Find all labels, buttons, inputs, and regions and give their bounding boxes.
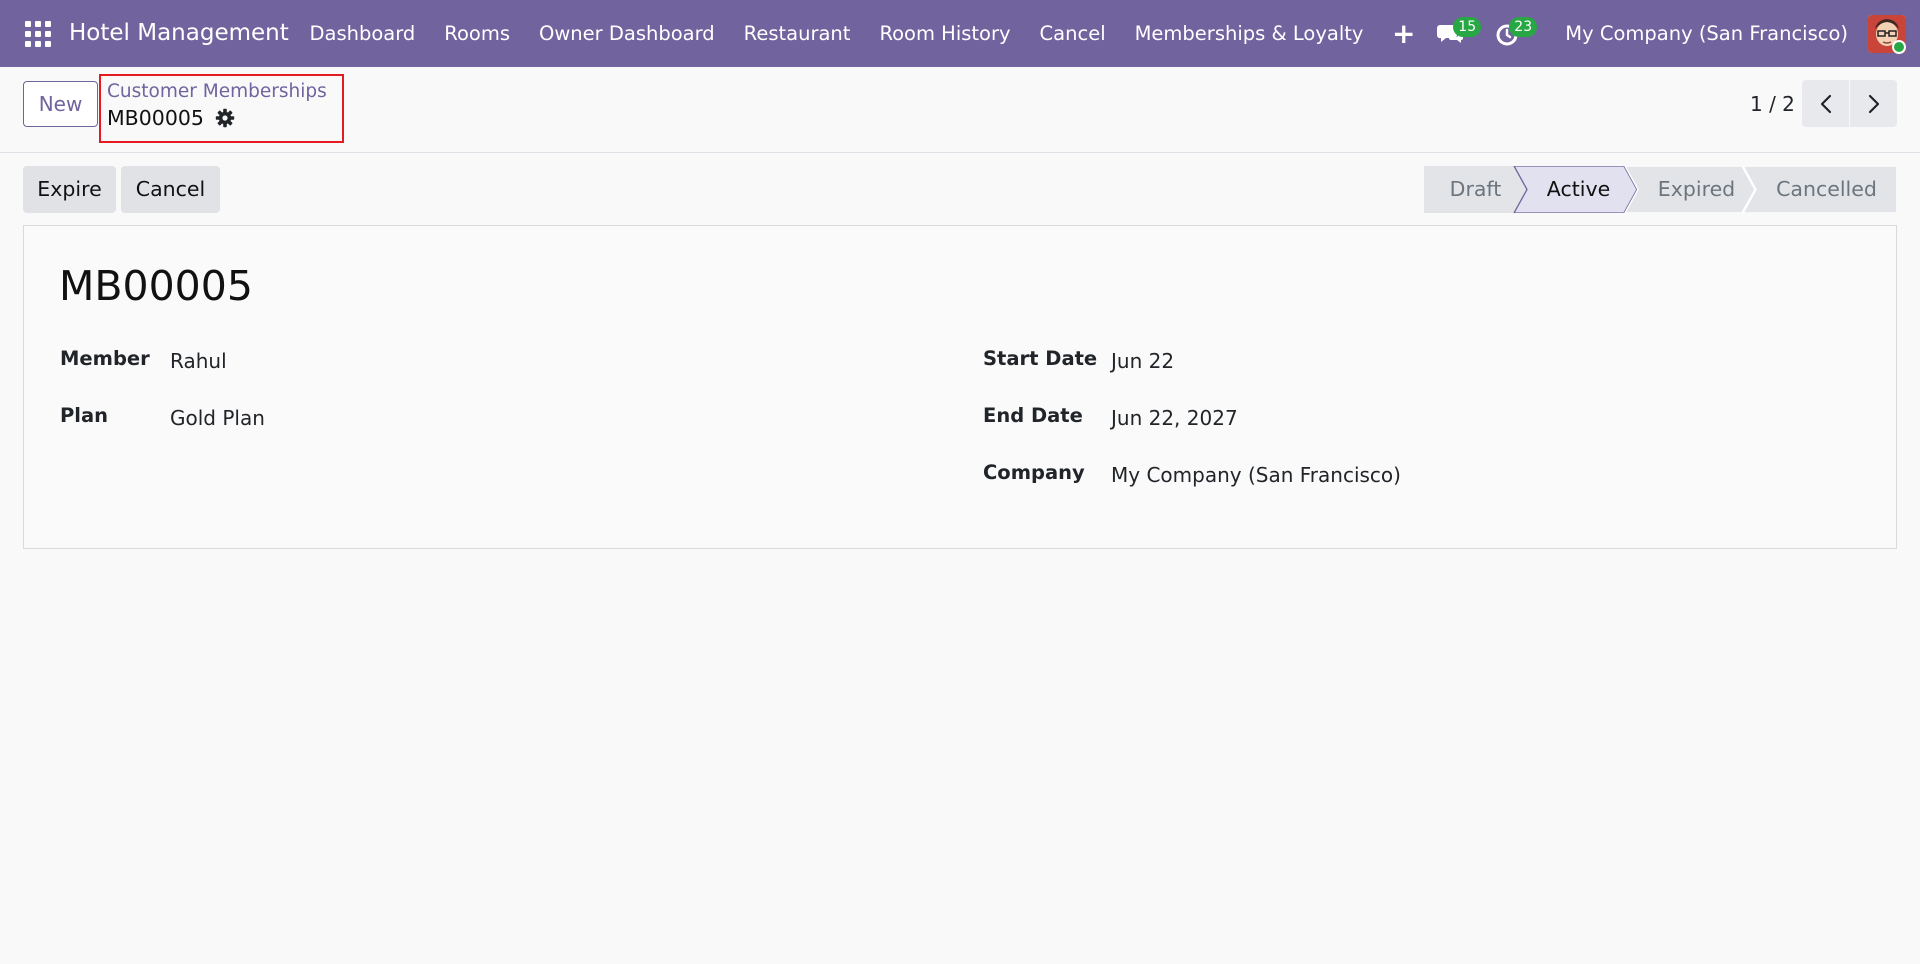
- control-panel: New Customer Memberships MB00005 1 / 2: [0, 67, 1920, 153]
- online-status-dot: [1892, 40, 1906, 54]
- plan-label: Plan: [60, 404, 109, 427]
- messaging-icon[interactable]: 15: [1431, 14, 1482, 54]
- plus-icon[interactable]: +: [1378, 0, 1429, 67]
- member-label: Member: [60, 347, 150, 370]
- stage-active[interactable]: Active: [1527, 166, 1630, 213]
- cancel-button[interactable]: Cancel: [121, 166, 220, 213]
- stage-expired[interactable]: Expired: [1638, 166, 1755, 213]
- chevron-right-icon: [1868, 94, 1879, 113]
- main-menu: Dashboard Rooms Owner Dashboard Restaura…: [295, 0, 1429, 67]
- menu-item-rooms[interactable]: Rooms: [430, 22, 525, 45]
- gear-icon[interactable]: [215, 108, 235, 128]
- plan-field[interactable]: Gold Plan: [170, 406, 265, 430]
- stage-cancelled[interactable]: Cancelled: [1756, 166, 1897, 213]
- company-label: Company: [983, 461, 1085, 484]
- company-switcher[interactable]: My Company (San Francisco): [1565, 22, 1848, 45]
- stage-draft[interactable]: Draft: [1424, 166, 1527, 213]
- pager-previous-button[interactable]: [1802, 80, 1849, 127]
- menu-item-dashboard[interactable]: Dashboard: [295, 22, 430, 45]
- member-field[interactable]: Rahul: [170, 349, 227, 373]
- app-brand[interactable]: Hotel Management: [69, 18, 289, 48]
- record-title: MB00005: [59, 262, 253, 310]
- breadcrumb-parent-link[interactable]: Customer Memberships: [107, 81, 327, 102]
- form-sheet: MB00005 Member Rahul Plan Gold Plan Star…: [23, 225, 1897, 549]
- activities-count-badge: 23: [1509, 16, 1538, 37]
- app-menu-grid-icon[interactable]: [25, 21, 51, 47]
- new-button[interactable]: New: [23, 81, 98, 127]
- breadcrumb: Customer Memberships MB00005: [99, 74, 344, 143]
- expire-button[interactable]: Expire: [23, 166, 116, 213]
- company-field[interactable]: My Company (San Francisco): [1111, 463, 1401, 487]
- menu-item-owner-dashboard[interactable]: Owner Dashboard: [525, 22, 730, 45]
- menu-item-cancel[interactable]: Cancel: [1025, 22, 1120, 45]
- activity-clock-icon[interactable]: 23: [1487, 14, 1538, 54]
- menu-item-memberships-loyalty[interactable]: Memberships & Loyalty: [1120, 22, 1378, 45]
- menu-item-restaurant[interactable]: Restaurant: [729, 22, 865, 45]
- breadcrumb-current-label: MB00005: [107, 106, 204, 130]
- menu-item-room-history[interactable]: Room History: [865, 22, 1025, 45]
- messages-count-badge: 15: [1453, 16, 1482, 37]
- end-date-field[interactable]: Jun 22, 2027: [1111, 406, 1238, 430]
- pager-value[interactable]: 1 / 2: [1750, 92, 1795, 116]
- pager-next-button[interactable]: [1850, 80, 1897, 127]
- systray: 15 23 My Company (San Francisco): [1431, 0, 1920, 67]
- chevron-left-icon: [1820, 94, 1831, 113]
- start-date-field[interactable]: Jun 22: [1111, 349, 1174, 373]
- end-date-label: End Date: [983, 404, 1083, 427]
- status-bar: Draft Active Expired Cancelled: [1424, 166, 1897, 213]
- start-date-label: Start Date: [983, 347, 1098, 370]
- top-navbar: Hotel Management Dashboard Rooms Owner D…: [0, 0, 1920, 67]
- breadcrumb-current: MB00005: [107, 106, 235, 130]
